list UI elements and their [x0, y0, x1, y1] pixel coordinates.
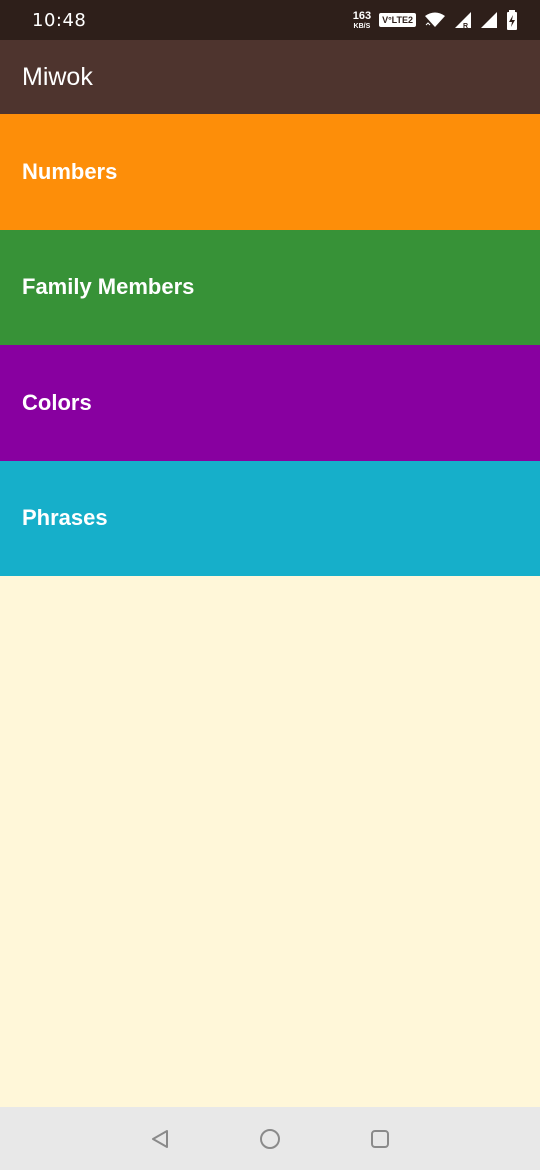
network-speed-value: 163 [352, 9, 372, 22]
category-phrases[interactable]: Phrases [0, 460, 540, 576]
wifi-icon [424, 12, 446, 28]
signal-roaming-icon: R [454, 11, 472, 29]
app-bar: Miwok [0, 40, 540, 114]
category-list: Numbers Family Members Colors Phrases [0, 114, 540, 576]
home-button[interactable] [215, 1107, 325, 1170]
volte-badge: V°LTE2 [379, 13, 416, 27]
back-button[interactable] [105, 1107, 215, 1170]
category-colors[interactable]: Colors [0, 345, 540, 461]
network-speed: 163 KB/S [352, 9, 372, 30]
recents-button[interactable] [325, 1107, 435, 1170]
network-speed-unit: KB/S [353, 22, 371, 30]
recents-icon [371, 1129, 389, 1148]
svg-text:R: R [463, 23, 468, 29]
category-label: Family Members [22, 274, 195, 300]
status-icons: 163 KB/S V°LTE2 R [353, 10, 518, 30]
category-label: Colors [22, 389, 92, 415]
navigation-bar [0, 1107, 540, 1170]
home-icon [260, 1128, 280, 1149]
category-label: Numbers [22, 158, 118, 184]
status-time: 10:48 [32, 9, 87, 31]
battery-charging-icon [506, 10, 518, 30]
category-family-members[interactable]: Family Members [0, 229, 540, 345]
back-icon [152, 1129, 168, 1148]
app-title: Miwok [22, 62, 93, 91]
category-numbers[interactable]: Numbers [0, 114, 540, 230]
category-label: Phrases [22, 505, 108, 531]
status-bar: 10:48 163 KB/S V°LTE2 R [0, 0, 540, 40]
signal-icon [480, 11, 498, 29]
